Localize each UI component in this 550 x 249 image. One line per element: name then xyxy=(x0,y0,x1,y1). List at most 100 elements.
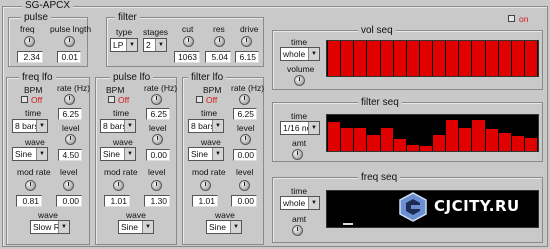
filter-type-select[interactable]: LP ▼ xyxy=(110,38,138,52)
vol-seq-step-13[interactable] xyxy=(485,41,498,76)
freq-lfo-wave2-value: Slow R xyxy=(33,222,60,232)
freq-lfo-wave2-select[interactable]: Slow R ▼ xyxy=(30,220,70,234)
filter-seq-step-1[interactable] xyxy=(328,122,341,151)
vol-seq-step-11[interactable] xyxy=(459,41,472,76)
filter-seq-step-11[interactable] xyxy=(459,127,472,151)
freq-lfo-level2-knob-icon[interactable] xyxy=(63,180,74,191)
filter-lfo-level2-knob-icon[interactable] xyxy=(239,180,250,191)
freq-lfo-modrate-knob-icon[interactable] xyxy=(25,180,36,191)
filter-lfo-level2-label: level xyxy=(236,167,254,177)
filter-lfo-rate-field[interactable]: 6.25 xyxy=(233,108,257,120)
filter-seq-step-4[interactable] xyxy=(367,134,380,151)
freq-lfo-level2-field[interactable]: 0.00 xyxy=(56,195,82,207)
freq-seq-time-select[interactable]: whole ▼ xyxy=(280,196,320,210)
freq-lfo-rate-field[interactable]: 6.25 xyxy=(58,108,82,120)
vol-seq-volume-label: volume xyxy=(287,64,315,74)
freq-lfo-level-knob-icon[interactable] xyxy=(65,134,76,145)
filter-seq-step-8[interactable] xyxy=(419,145,432,151)
vol-seq-step-5[interactable] xyxy=(380,41,393,76)
vol-seq-step-4[interactable] xyxy=(367,41,380,76)
filter-seq-title: filter seq xyxy=(358,97,402,108)
filter-lfo-modrate-knob-icon[interactable] xyxy=(200,180,211,191)
pulse-freq-knob-icon[interactable] xyxy=(24,36,35,47)
filter-seq-step-15[interactable] xyxy=(511,135,524,151)
pulse-lfo-level2-field[interactable]: 1.30 xyxy=(144,195,170,207)
filter-seq-step-10[interactable] xyxy=(446,120,459,151)
vol-seq-step-14[interactable] xyxy=(498,41,511,76)
filter-seq-step-13[interactable] xyxy=(485,128,498,151)
filter-cut-knob-icon[interactable] xyxy=(183,36,194,47)
vol-seq-step-9[interactable] xyxy=(433,41,446,76)
filter-lfo-wave2-select[interactable]: Sine ▼ xyxy=(206,220,242,234)
filter-lfo-wave2-label: wave xyxy=(215,210,235,220)
filter-seq-amt-knob-icon[interactable] xyxy=(292,149,303,160)
chevron-down-icon: ▼ xyxy=(124,120,135,132)
filter-seq-time-select[interactable]: 1/16 no ▼ xyxy=(280,121,320,135)
power-toggle-icon[interactable] xyxy=(508,15,515,22)
filter-drive-knob-icon[interactable] xyxy=(241,36,252,47)
freq-lfo-time-select[interactable]: 8 bars ▼ xyxy=(12,119,48,133)
filter-res-knob-icon[interactable] xyxy=(214,36,225,47)
vol-seq-time-label: time xyxy=(291,37,308,47)
filter-lfo-time-label: time xyxy=(201,108,218,118)
freq-lfo-bpm-led-icon[interactable] xyxy=(21,96,28,103)
filter-cut-field[interactable]: 1063 xyxy=(174,51,200,63)
filter-seq-step-7[interactable] xyxy=(406,144,419,151)
pulse-lfo-level2-knob-icon[interactable] xyxy=(151,180,162,191)
pulse-lfo-bpm-led-icon[interactable] xyxy=(108,96,115,103)
filter-res-field[interactable]: 5.04 xyxy=(205,51,231,63)
pulse-length-field[interactable]: 0.01 xyxy=(57,51,81,63)
filter-lfo-modrate-field[interactable]: 1.01 xyxy=(192,195,218,207)
pulse-lfo-level-field[interactable]: 0.00 xyxy=(146,149,170,161)
vol-seq-step-2[interactable] xyxy=(341,41,354,76)
filter-seq-screen[interactable] xyxy=(326,114,539,152)
vol-seq-volume-knob-icon[interactable] xyxy=(294,75,305,86)
pulse-lfo-level-knob-icon[interactable] xyxy=(152,134,163,145)
vol-seq-step-1[interactable] xyxy=(328,41,341,76)
filter-lfo-level-field[interactable]: 0.00 xyxy=(233,149,257,161)
pulse-lfo-time-label: time xyxy=(113,108,130,118)
vol-seq-step-3[interactable] xyxy=(354,41,367,76)
freq-lfo-modrate-field[interactable]: 0.81 xyxy=(16,195,42,207)
filter-lfo-wave-select[interactable]: Sine ▼ xyxy=(188,147,224,161)
vol-seq-step-12[interactable] xyxy=(472,41,485,76)
pulse-lfo-modrate-field[interactable]: 1.01 xyxy=(104,195,130,207)
filter-lfo-level-knob-icon[interactable] xyxy=(240,134,251,145)
filter-lfo-level2-field[interactable]: 0.00 xyxy=(231,195,257,207)
pulse-lfo-wave2-select[interactable]: Sine ▼ xyxy=(118,220,154,234)
filter-seq-step-14[interactable] xyxy=(498,133,511,151)
filter-seq-step-9[interactable] xyxy=(433,134,446,151)
filter-seq-step-3[interactable] xyxy=(354,127,367,151)
filter-seq-step-5[interactable] xyxy=(380,127,393,151)
pulse-length-knob-icon[interactable] xyxy=(64,36,75,47)
filter-lfo-time-select[interactable]: 8 bars ▼ xyxy=(188,119,224,133)
filter-drive-field[interactable]: 6.15 xyxy=(235,51,259,63)
filter-lfo-rate-knob-icon[interactable] xyxy=(239,94,250,105)
filter-seq-step-2[interactable] xyxy=(341,127,354,151)
freq-lfo-rate-knob-icon[interactable] xyxy=(64,94,75,105)
pulse-lfo-rate-knob-icon[interactable] xyxy=(151,94,162,105)
filter-lfo-bpm-led-icon[interactable] xyxy=(196,96,203,103)
pulse-lfo-rate-field[interactable]: 6.25 xyxy=(146,108,170,120)
freq-lfo-wave-select[interactable]: Sine ▼ xyxy=(12,147,48,161)
filter-seq-step-12[interactable] xyxy=(472,120,485,151)
filter-stages-select[interactable]: 2 ▼ xyxy=(143,38,167,52)
pulse-lfo-modrate-knob-icon[interactable] xyxy=(113,180,124,191)
pulse-freq-field[interactable]: 2.34 xyxy=(17,51,43,63)
vol-seq-step-7[interactable] xyxy=(406,41,419,76)
vol-seq-step-16[interactable] xyxy=(524,41,537,76)
pulse-lfo-wave-select[interactable]: Sine ▼ xyxy=(100,147,136,161)
vol-seq-step-6[interactable] xyxy=(393,41,406,76)
vol-seq-screen[interactable] xyxy=(326,40,539,77)
vol-seq-step-15[interactable] xyxy=(511,41,524,76)
vol-seq-time-select[interactable]: whole ▼ xyxy=(280,47,320,61)
filter-seq-step-6[interactable] xyxy=(393,139,406,151)
pulse-lfo-time-select[interactable]: 8 bars ▼ xyxy=(100,119,136,133)
freq-seq-amt-knob-icon[interactable] xyxy=(292,225,303,236)
filter-seq-step-16[interactable] xyxy=(524,138,537,151)
freq-seq-amt-label: amt xyxy=(292,214,307,224)
pulse-length-label: pulse lngth xyxy=(50,24,92,34)
vol-seq-step-10[interactable] xyxy=(446,41,459,76)
freq-lfo-level-field[interactable]: 4.50 xyxy=(58,149,82,161)
vol-seq-step-8[interactable] xyxy=(419,41,432,76)
